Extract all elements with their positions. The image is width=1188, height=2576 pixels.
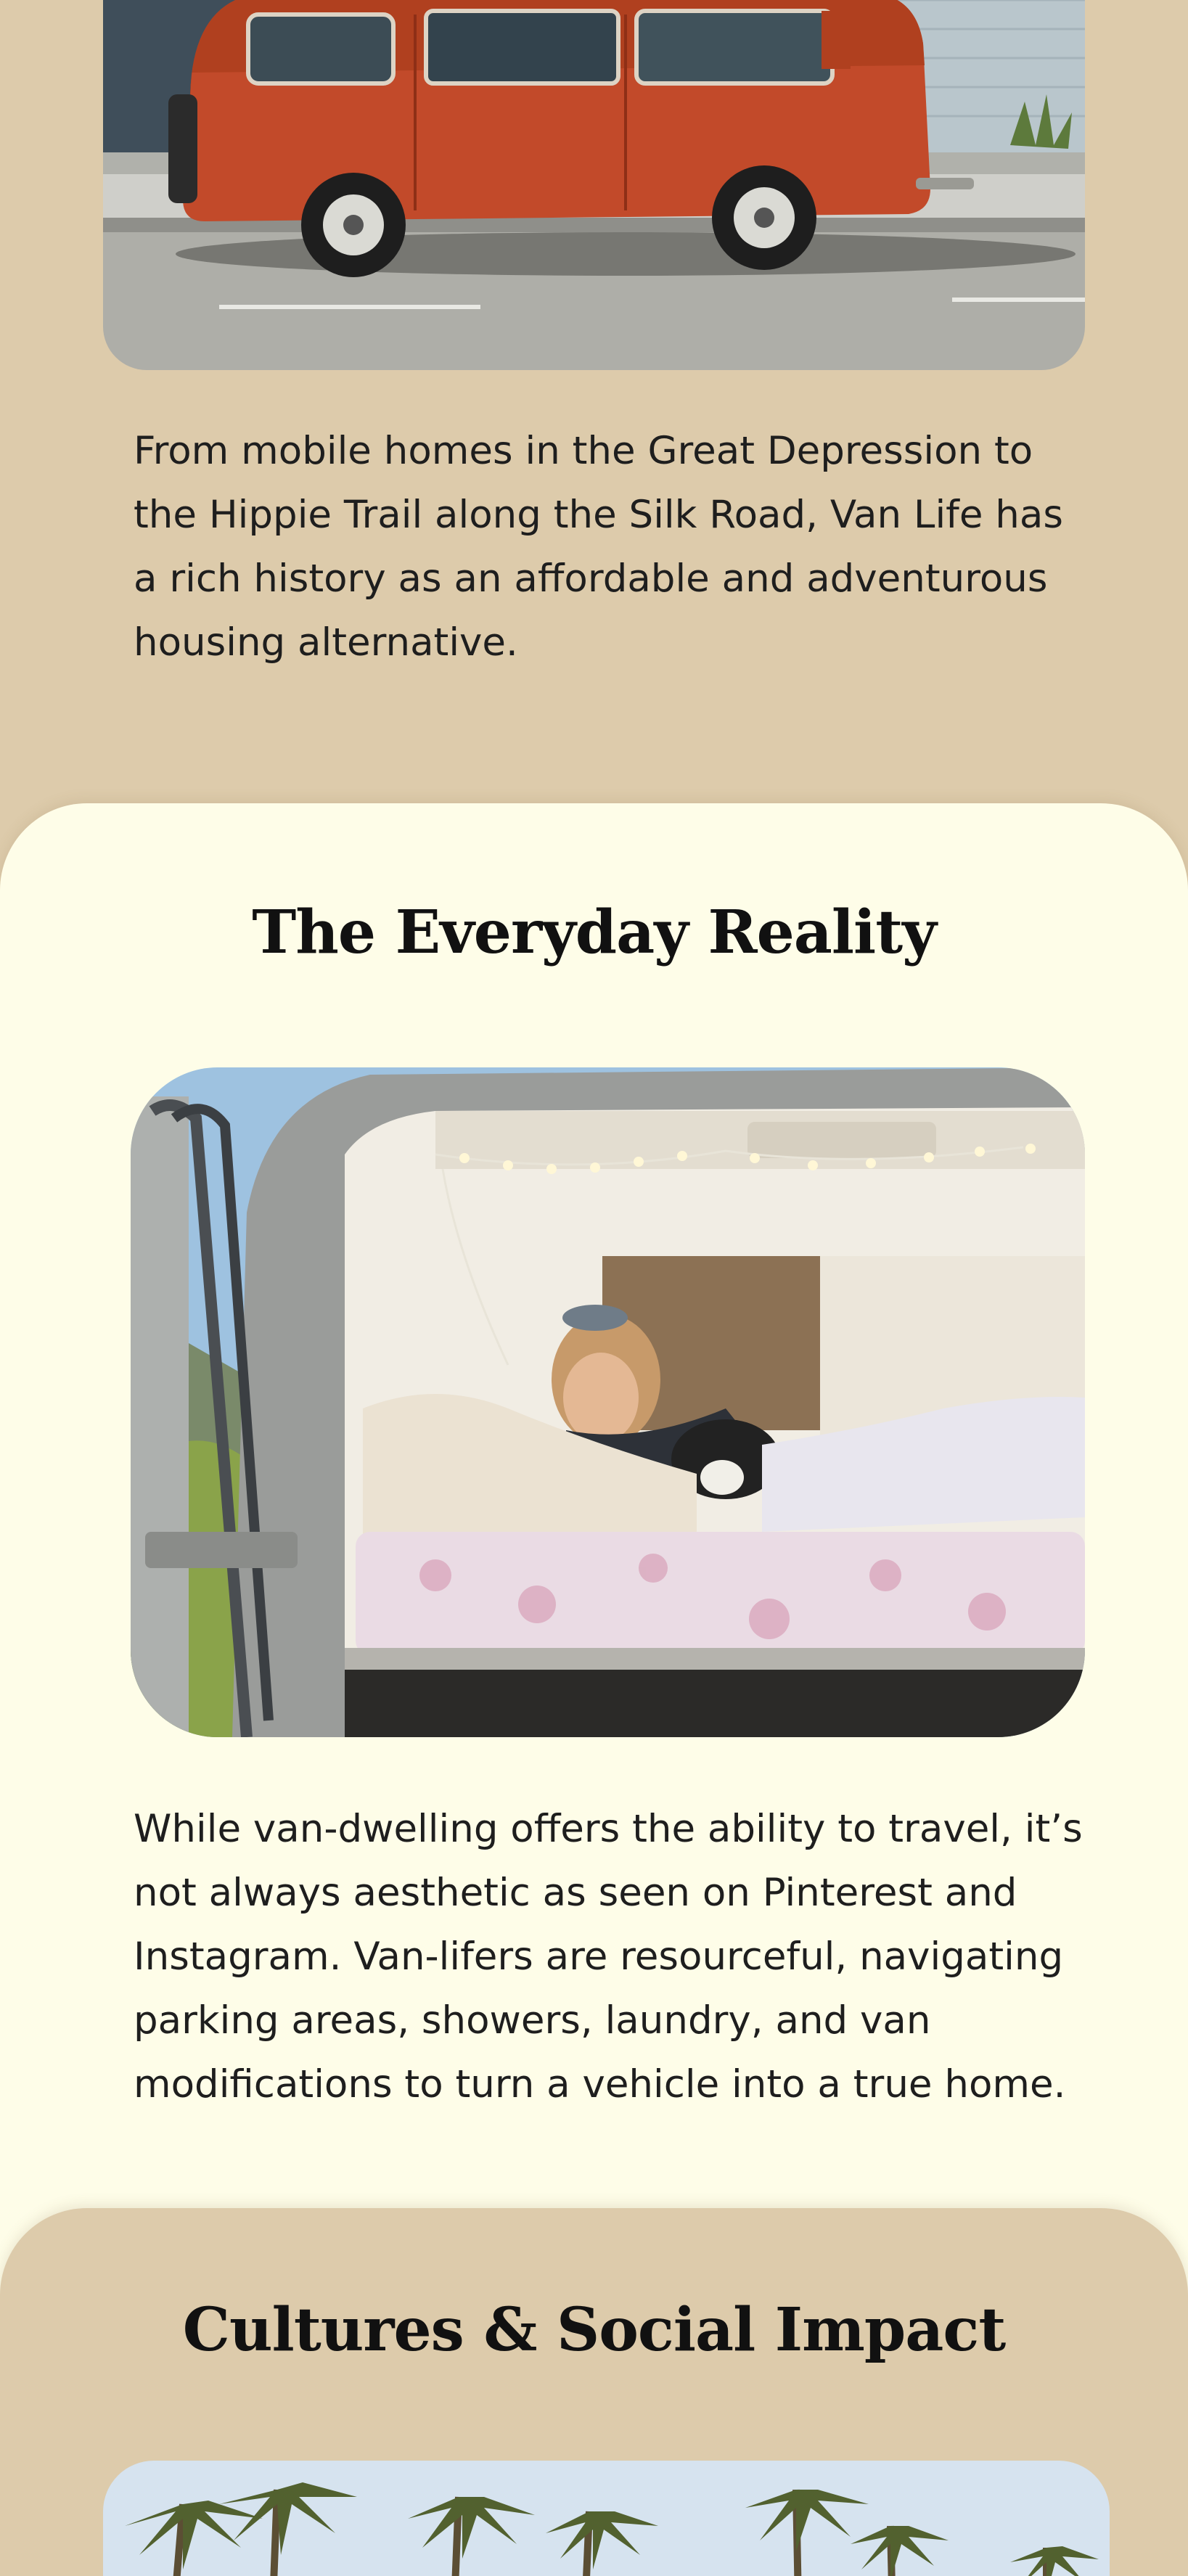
history-section: From mobile homes in the Great Depressio… — [0, 0, 1188, 842]
cultures-heading: Cultures & Social Impact — [182, 2295, 1006, 2365]
everyday-section: The Everyday Reality While van-dwelling … — [0, 803, 1188, 2327]
everyday-heading: The Everyday Reality — [252, 898, 936, 967]
palm-trees-image — [103, 2461, 1110, 2576]
van-interior-image — [131, 1067, 1085, 1737]
page: From mobile homes in the Great Depressio… — [0, 0, 1188, 2576]
bus-image — [103, 0, 1085, 370]
everyday-paragraph: While van-dwelling offers the ability to… — [134, 1807, 1083, 2107]
history-paragraph: From mobile homes in the Great Depressio… — [134, 429, 1063, 665]
cultures-section: Cultures & Social Impact — [0, 2208, 1188, 2576]
